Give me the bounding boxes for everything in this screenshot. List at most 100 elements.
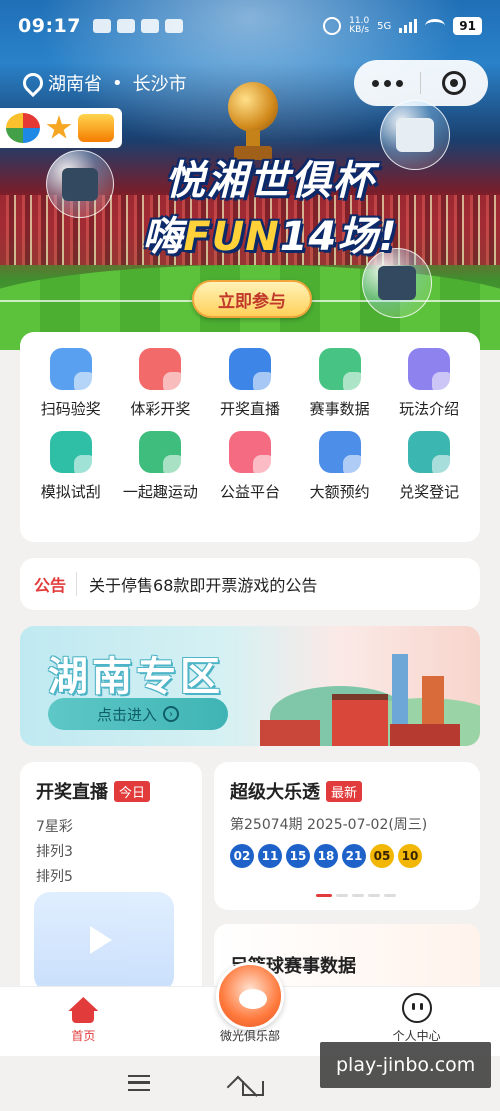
hunan-zone-banner[interactable]: 湖南专区 点击进入 › <box>20 626 480 746</box>
star-logo <box>46 115 72 139</box>
location-selector[interactable]: 湖南省 • 长沙市 <box>22 70 187 96</box>
front-number-ball: 02 <box>230 844 254 868</box>
live-stream-icon <box>228 348 275 394</box>
bubble-gift-icon <box>46 150 114 218</box>
back-number-ball: 10 <box>398 844 422 868</box>
draw-issue: 第25074期 2025-07-02(周三) <box>230 817 428 833</box>
live-draw-card[interactable]: 开奖直播 今日 7星彩 排列3 排列5 <box>20 762 202 1002</box>
menu-item-label: 扫码验奖 <box>40 400 101 418</box>
menu-item[interactable]: 一起趣运动 <box>116 431 206 502</box>
yuan-icon <box>318 431 365 477</box>
app-notification-icon <box>164 19 183 33</box>
notice-bar[interactable]: 公告 关于停售68款即开票游戏的公告 <box>20 558 480 610</box>
arrow-right-icon: › <box>163 706 179 722</box>
banner-title-suffix: 14场! <box>279 214 398 260</box>
menu-item[interactable]: 赛事数据 <box>295 348 385 419</box>
status-bar: 09:17 11.0 KB/s 5G 91 <box>0 0 500 52</box>
menu-item[interactable]: 开奖直播 <box>205 348 295 419</box>
close-miniprogram-button[interactable] <box>421 71 487 95</box>
status-time: 09:17 <box>18 15 81 37</box>
live-game-item: 7星彩 <box>36 819 73 835</box>
lottery-draw-icon <box>139 348 186 394</box>
menu-item-label: 玩法介绍 <box>399 400 460 418</box>
wall-illustration <box>390 724 460 746</box>
live-game-item: 排列5 <box>36 869 73 885</box>
menu-item[interactable]: 体彩开奖 <box>116 348 206 419</box>
banner-title-fun: FUN <box>183 214 280 260</box>
menu-item-label: 一起趣运动 <box>122 483 198 501</box>
app-notification-icon <box>92 19 111 33</box>
notice-text: 关于停售68款即开票游戏的公告 <box>89 576 318 595</box>
sport-icon <box>139 431 186 477</box>
more-options-button[interactable] <box>354 79 420 87</box>
latest-badge: 最新 <box>326 780 363 802</box>
live-game-item: 排列3 <box>36 844 73 860</box>
network-type: 5G <box>377 20 392 32</box>
hunan-zone-title: 湖南专区 <box>48 654 224 700</box>
join-now-button[interactable]: 立即参与 <box>192 280 312 318</box>
target-icon <box>442 71 466 95</box>
menu-item[interactable]: 扫码验奖 <box>26 348 116 419</box>
menu-item[interactable]: 兑奖登记 <box>384 431 474 502</box>
home-icon <box>68 997 98 1023</box>
winning-numbers: 02 11 15 18 21 05 10 <box>230 844 464 868</box>
battery-level: 91 <box>453 17 482 35</box>
chart-icon <box>318 348 365 394</box>
menu-item[interactable]: 模拟试刮 <box>26 431 116 502</box>
front-number-ball: 18 <box>314 844 338 868</box>
tv-play-icon <box>34 892 174 992</box>
register-icon <box>408 431 455 477</box>
menu-item-label: 兑奖登记 <box>399 483 460 501</box>
club-mascot-avatar[interactable] <box>216 962 284 1030</box>
carousel-indicator <box>316 894 396 897</box>
signal-icon <box>399 19 418 33</box>
location-pin-icon <box>22 73 38 93</box>
miniprogram-capsule <box>354 60 488 106</box>
live-games-list: 7星彩排列3 排列5 <box>36 816 186 886</box>
banner-title: 悦湘世俱杯 嗨FUN14场! <box>140 148 400 262</box>
tab-home-label: 首页 <box>71 1029 96 1043</box>
scratch-icon <box>49 431 96 477</box>
menu-item[interactable]: 公益平台 <box>205 431 295 502</box>
wifi-icon <box>425 19 446 33</box>
more-dot-icon <box>371 79 379 87</box>
football-lottery-logo <box>78 114 114 142</box>
menu-item-label: 开奖直播 <box>219 400 280 418</box>
network-speed: 11.0 KB/s <box>349 17 369 35</box>
china-sports-lottery-logo <box>6 113 40 143</box>
notification-icons <box>92 19 183 33</box>
alarm-icon <box>323 17 342 35</box>
sponsor-logos <box>0 108 122 148</box>
super-lotto-title: 超级大乐透 <box>230 782 320 803</box>
super-lotto-card[interactable]: 超级大乐透 最新 第25074期 2025-07-02(周三) 02 11 15 18… <box>214 762 480 910</box>
menu-item-label: 公益平台 <box>219 483 280 501</box>
menu-item-label: 大额预约 <box>309 483 370 501</box>
tab-home[interactable]: 首页 <box>0 987 167 1056</box>
menu-item[interactable]: 大额预约 <box>295 431 385 502</box>
back-number-ball: 05 <box>370 844 394 868</box>
home-nav-icon[interactable] <box>238 1070 264 1096</box>
enter-label: 点击进入 <box>96 705 157 724</box>
watermark: play-jinbo.com <box>320 1042 492 1088</box>
location-separator: • <box>112 72 123 94</box>
menu-item[interactable]: 玩法介绍 <box>384 348 474 419</box>
gate-illustration <box>260 720 320 746</box>
location-city: 长沙市 <box>132 74 187 95</box>
location-province: 湖南省 <box>48 74 102 95</box>
heart-icon <box>228 431 275 477</box>
front-number-ball: 15 <box>286 844 310 868</box>
scan-icon <box>49 348 96 394</box>
pavilion-illustration <box>332 694 388 746</box>
more-dot-icon <box>383 79 391 87</box>
menu-item-label: 赛事数据 <box>309 400 370 418</box>
front-number-ball: 11 <box>258 844 282 868</box>
app-notification-icon <box>116 19 135 33</box>
rules-icon <box>408 348 455 394</box>
feature-menu: 扫码验奖 体彩开奖 开奖直播 赛事数据 玩法介绍模拟试刮 一起趣运动 公益平台 大额预约 兑奖登… <box>20 332 480 542</box>
menu-item-label: 模拟试刮 <box>40 483 101 501</box>
banner-title-line1: 悦湘世俱杯 <box>165 158 375 204</box>
live-draw-title: 开奖直播 <box>36 782 108 803</box>
recent-apps-icon[interactable] <box>128 1075 150 1091</box>
enter-button[interactable]: 点击进入 › <box>48 698 228 730</box>
network-speed-unit: KB/s <box>349 25 370 35</box>
